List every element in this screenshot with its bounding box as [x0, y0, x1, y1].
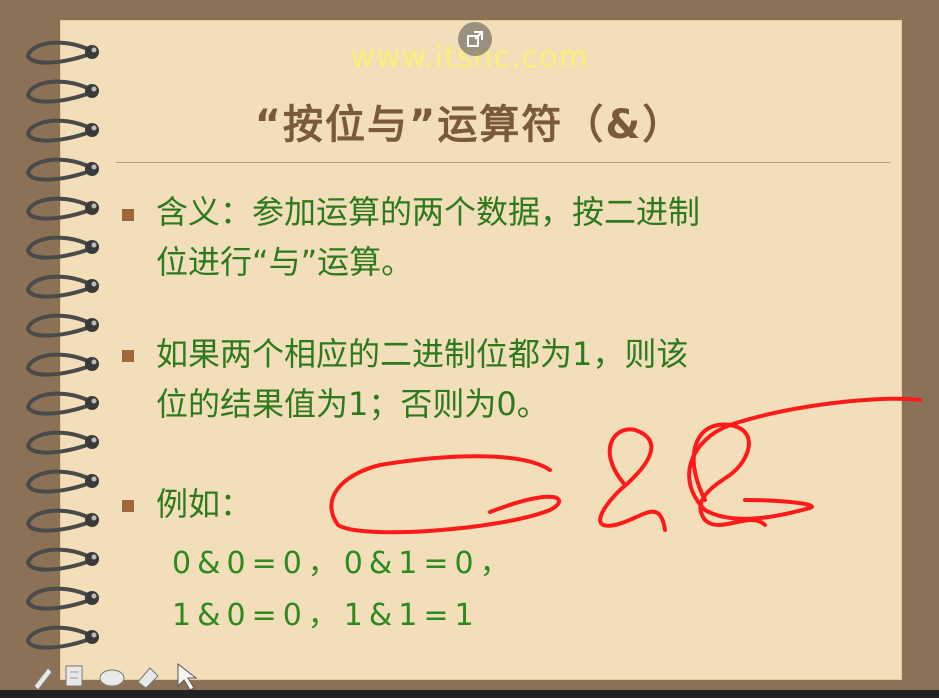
popout-icon	[467, 31, 483, 47]
binding-ring	[25, 235, 99, 260]
eraser-icon[interactable]	[99, 669, 125, 687]
binding-ring	[25, 547, 99, 572]
bullet-marker	[122, 209, 134, 221]
popout-button[interactable]	[458, 22, 492, 56]
binding-ring	[25, 391, 99, 416]
note-icon[interactable]	[65, 665, 83, 687]
highlighter-icon[interactable]	[137, 667, 159, 689]
binding-ring	[25, 469, 99, 494]
example-line-2: 1&0=0，1&1=1	[172, 598, 480, 633]
pointer-icon[interactable]	[177, 662, 198, 691]
binding-ring	[25, 508, 99, 533]
binding-ring	[25, 625, 99, 650]
example-line-1: 0&0=0，0&1=0，	[172, 546, 516, 581]
binding-ring	[25, 586, 99, 611]
binding-ring	[25, 157, 99, 182]
binding-ring	[25, 352, 99, 377]
handwritten-annotation	[329, 396, 922, 535]
pen-tool-icon[interactable]	[33, 667, 53, 691]
bullet-marker	[122, 350, 134, 362]
bullet-1-line-2: 位进行“与”运算。	[156, 243, 414, 281]
bullet-2-line-1: 如果两个相应的二进制位都为1，则该	[156, 335, 689, 373]
binding-ring	[25, 430, 99, 455]
bullet-marker	[122, 500, 134, 512]
binding-ring	[25, 196, 99, 221]
binding-ring	[25, 313, 99, 338]
slide-title: “按位与”运算符（&）	[254, 102, 685, 148]
bottom-bar	[0, 690, 939, 698]
binding-ring	[25, 274, 99, 299]
bullet-1-line-1: 含义：参加运算的两个数据，按二进制	[156, 193, 701, 231]
title-divider	[116, 162, 890, 163]
